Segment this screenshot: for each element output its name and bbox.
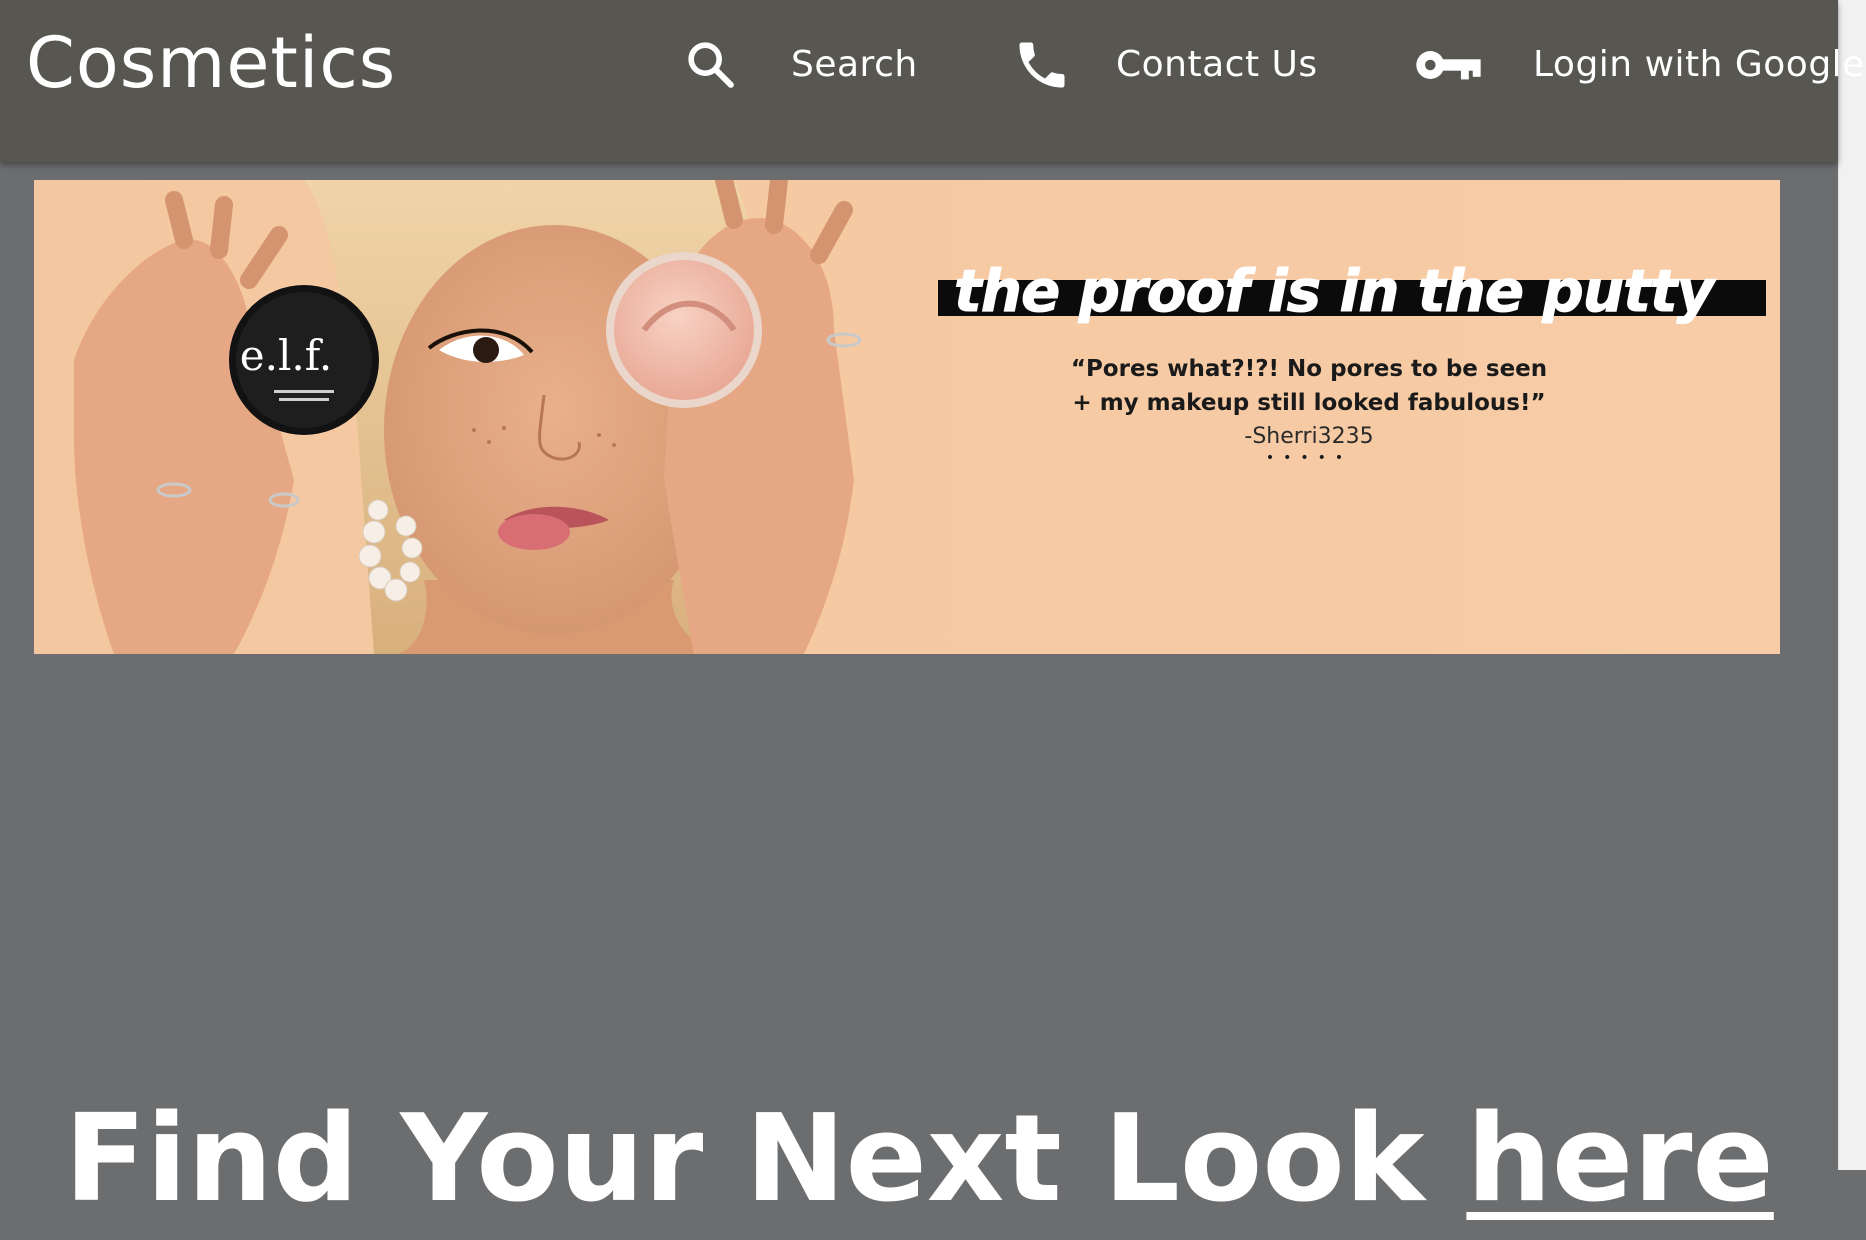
nav-search[interactable]: Search <box>683 30 918 100</box>
brand-logo-text[interactable]: Cosmetics <box>26 18 396 108</box>
nav-contact-us-label: Contact Us <box>1116 44 1318 85</box>
nav-login-google-label: Login with Google <box>1533 44 1865 85</box>
banner-tagline: the proof is in the putty <box>954 257 1715 326</box>
scrollbar-track[interactable] <box>1838 0 1866 1170</box>
nav-search-label: Search <box>791 44 918 85</box>
key-icon <box>1415 43 1485 87</box>
top-app-bar: Cosmetics Search Contact Us Login with G… <box>0 0 1864 162</box>
nav-contact-us[interactable]: Contact Us <box>1012 30 1318 100</box>
testimonial-line-1: “Pores what?!?! No pores to be seen <box>1070 356 1548 382</box>
testimonial-line-2: + my makeup still looked fabulous!” <box>1072 390 1546 416</box>
nav-login-google[interactable]: Login with Google <box>1415 30 1865 100</box>
testimonial-quote: “Pores what?!?! No pores to be seen + my… <box>1024 352 1594 420</box>
headline-text: Find Your Next Look <box>64 1090 1467 1230</box>
phone-icon <box>1012 35 1072 95</box>
model-photo: e.l.f. <box>74 180 862 654</box>
headline-link-here[interactable]: here <box>1466 1090 1773 1229</box>
search-icon <box>683 37 739 93</box>
testimonial-author: -Sherri3235 <box>1244 424 1374 449</box>
rating-stars: ••••• <box>1265 450 1353 466</box>
product-logo-text: e.l.f. <box>240 331 332 380</box>
hero-banner[interactable]: e.l.f. the proof is in the putty “Pores … <box>34 180 1780 654</box>
page-headline: Find Your Next Look here <box>0 1080 1838 1240</box>
